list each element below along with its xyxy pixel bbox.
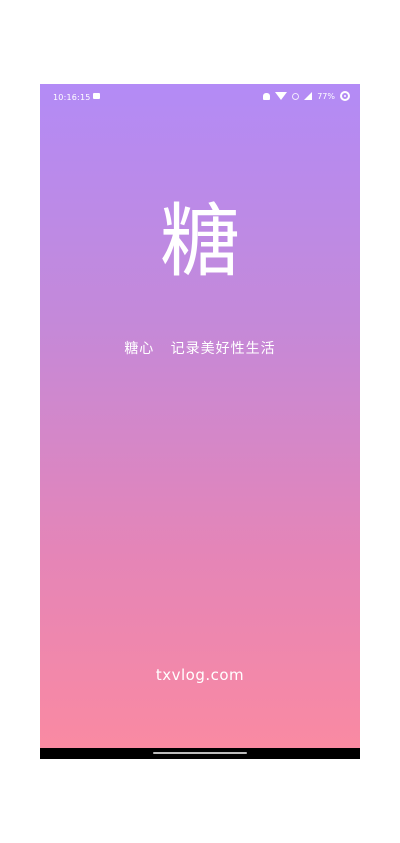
image-icon (93, 93, 100, 99)
no-sim-icon (292, 92, 300, 100)
app-screen: 10:16:15 77% 糖 糖心 记录美好性生活 txvlog.com (40, 84, 360, 759)
app-logo: 糖 (160, 195, 240, 288)
navigation-bar (40, 748, 360, 759)
wifi-icon (275, 92, 288, 100)
battery-icon (340, 91, 350, 101)
signal-icon (304, 92, 313, 100)
status-bar: 10:16:15 77% (40, 84, 360, 110)
home-indicator[interactable] (153, 752, 247, 754)
website-text: txvlog.com (155, 666, 245, 684)
status-icons: 77% (263, 91, 350, 101)
bell-icon (263, 92, 271, 100)
battery-percent: 77% (317, 91, 335, 101)
status-time: 10:16:15 (53, 93, 91, 102)
slogan-text: 糖心 记录美好性生活 (124, 341, 276, 357)
